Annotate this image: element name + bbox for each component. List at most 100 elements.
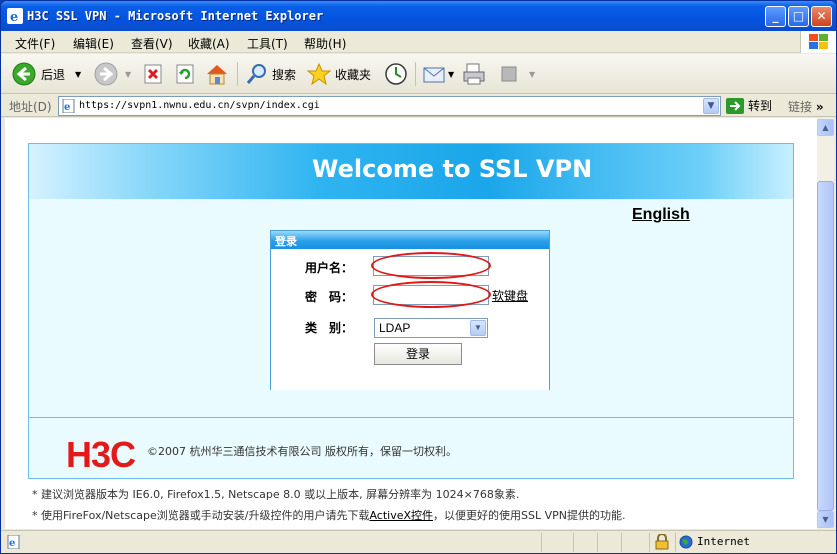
history-button[interactable] (383, 60, 409, 88)
address-label: 地址(D) (9, 100, 52, 114)
english-link[interactable]: English (632, 206, 690, 224)
status-cell (573, 533, 595, 552)
edit-dropdown-icon[interactable]: ▼ (529, 70, 535, 79)
refresh-icon (176, 64, 194, 84)
svg-text:e: e (10, 10, 18, 24)
scroll-thumb[interactable] (817, 181, 834, 511)
favorites-button[interactable]: 收藏夹 (306, 60, 371, 88)
print-button[interactable] (461, 60, 487, 88)
menu-edit[interactable]: 编辑(E) (73, 35, 114, 52)
address-url: https://svpn1.nwnu.edu.cn/svpn/index.cgi (79, 100, 320, 111)
windows-flag-icon (800, 31, 836, 53)
mail-dropdown-icon[interactable]: ▼ (448, 70, 454, 79)
vpn-page-frame: Welcome to SSL VPN English 登录 用户名： 密 码： … (28, 143, 794, 479)
login-panel-header: 登录 (271, 231, 549, 249)
menu-help[interactable]: 帮助(H) (304, 35, 346, 52)
search-label: 搜索 (272, 67, 297, 82)
login-panel: 登录 用户名： 密 码： 软键盘 类 别： LDAP ▼ 登录 (270, 230, 550, 390)
address-dropdown-icon[interactable]: ▼ (703, 98, 719, 114)
minimize-button[interactable]: _ (765, 6, 786, 27)
go-button[interactable]: 转到 (726, 97, 772, 114)
vertical-scrollbar[interactable]: ▲ ▼ (817, 118, 834, 529)
menu-tools[interactable]: 工具(T) (247, 35, 288, 52)
browser-requirement-note: * 建议浏览器版本为 IE6.0, Firefox1.5, Netscape 8… (32, 488, 520, 501)
svg-text:e: e (9, 538, 15, 549)
back-dropdown-icon[interactable]: ▼ (75, 70, 81, 79)
chevron-down-icon: ▼ (470, 320, 486, 336)
home-icon (207, 65, 227, 85)
zone-cell: Internet (675, 533, 835, 552)
toolbar-separator (415, 62, 416, 86)
favorites-star-icon (306, 62, 332, 86)
status-cell (621, 533, 647, 552)
highlight-ellipse (371, 281, 491, 308)
favorites-label: 收藏夹 (335, 67, 372, 82)
activex-note-prefix: * 使用FireFox/Netscape浏览器或手动安装/升级控件的用户请先下载 (32, 509, 370, 522)
mail-button[interactable]: ▼ (422, 60, 454, 88)
back-button[interactable]: 后退 ▼ (11, 60, 81, 88)
status-cell (541, 533, 571, 552)
forward-arrow-icon (94, 62, 118, 86)
svg-text:e: e (64, 102, 70, 113)
history-icon (385, 63, 407, 85)
menu-favorites[interactable]: 收藏(A) (188, 35, 230, 52)
page-icon: e (62, 99, 75, 113)
auth-type-value: LDAP (379, 321, 411, 335)
globe-icon (679, 535, 693, 549)
highlight-ellipse (371, 252, 491, 279)
security-cell (649, 533, 673, 552)
search-icon (246, 64, 266, 84)
chevron-right-icon: » (815, 100, 824, 114)
login-form: 用户名： 密 码： 软键盘 类 别： LDAP ▼ 登录 (271, 250, 549, 390)
h3c-logo: H3C (66, 434, 136, 475)
standard-toolbar: 后退 ▼ ▼ 搜索 收藏夹 ▼ ▼ (1, 54, 836, 94)
lock-icon (655, 534, 669, 550)
banner-title: Welcome to SSL VPN (312, 155, 593, 183)
go-arrow-icon (726, 97, 744, 114)
edit-page-icon (501, 66, 517, 82)
address-input[interactable]: e https://svpn1.nwnu.edu.cn/svpn/index.c… (58, 96, 721, 116)
menu-view[interactable]: 查看(V) (131, 35, 173, 52)
menu-file[interactable]: 文件(F) (15, 35, 55, 52)
password-label: 密 码： (305, 290, 354, 304)
refresh-button[interactable] (174, 60, 196, 88)
ie-window: e H3C SSL VPN - Microsoft Internet Explo… (0, 0, 837, 554)
activex-download-link[interactable]: ActiveX控件 (369, 509, 433, 522)
login-submit-button[interactable]: 登录 (374, 343, 462, 365)
auth-type-select[interactable]: LDAP ▼ (374, 318, 488, 338)
ie-logo-icon: e (7, 8, 23, 24)
links-label: 链接 (788, 100, 813, 114)
address-bar: 地址(D) e https://svpn1.nwnu.edu.cn/svpn/i… (1, 95, 836, 117)
page-viewport: Welcome to SSL VPN English 登录 用户名： 密 码： … (5, 118, 817, 529)
status-bar: e Internet (1, 530, 836, 553)
maximize-button[interactable]: □ (788, 6, 809, 27)
mail-icon (423, 67, 445, 83)
title-bar: e H3C SSL VPN - Microsoft Internet Explo… (1, 1, 836, 31)
page-status-icon: e (7, 535, 20, 549)
status-cell (597, 533, 619, 552)
toolbar-separator (237, 62, 238, 86)
stop-button[interactable] (142, 60, 164, 88)
footer-divider (29, 417, 793, 418)
activex-note: * 使用FireFox/Netscape浏览器或手动安装/升级控件的用户请先下载… (32, 507, 626, 523)
window-title: H3C SSL VPN - Microsoft Internet Explore… (27, 9, 324, 23)
welcome-banner: Welcome to SSL VPN (29, 144, 793, 199)
username-label: 用户名： (305, 261, 354, 275)
copyright-text: ©2007 杭州华三通信技术有限公司 版权所有，保留一切权利。 (147, 445, 457, 458)
forward-button[interactable]: ▼ (93, 60, 131, 88)
edit-button[interactable]: ▼ (499, 60, 535, 88)
close-button[interactable]: ✕ (811, 6, 832, 27)
forward-dropdown-icon[interactable]: ▼ (125, 70, 131, 79)
type-label: 类 别： (305, 321, 354, 335)
back-label: 后退 (41, 67, 66, 82)
back-arrow-icon (12, 62, 36, 86)
scroll-up-icon[interactable]: ▲ (817, 119, 834, 136)
links-toolbar[interactable]: 链接 » (788, 98, 824, 115)
virtual-keyboard-link[interactable]: 软键盘 (492, 287, 528, 304)
stop-icon (144, 64, 162, 84)
search-button[interactable]: 搜索 (245, 60, 296, 88)
home-button[interactable] (204, 60, 230, 88)
scroll-down-icon[interactable]: ▼ (817, 511, 834, 528)
go-label: 转到 (748, 99, 773, 113)
zone-label: Internet (697, 535, 750, 548)
